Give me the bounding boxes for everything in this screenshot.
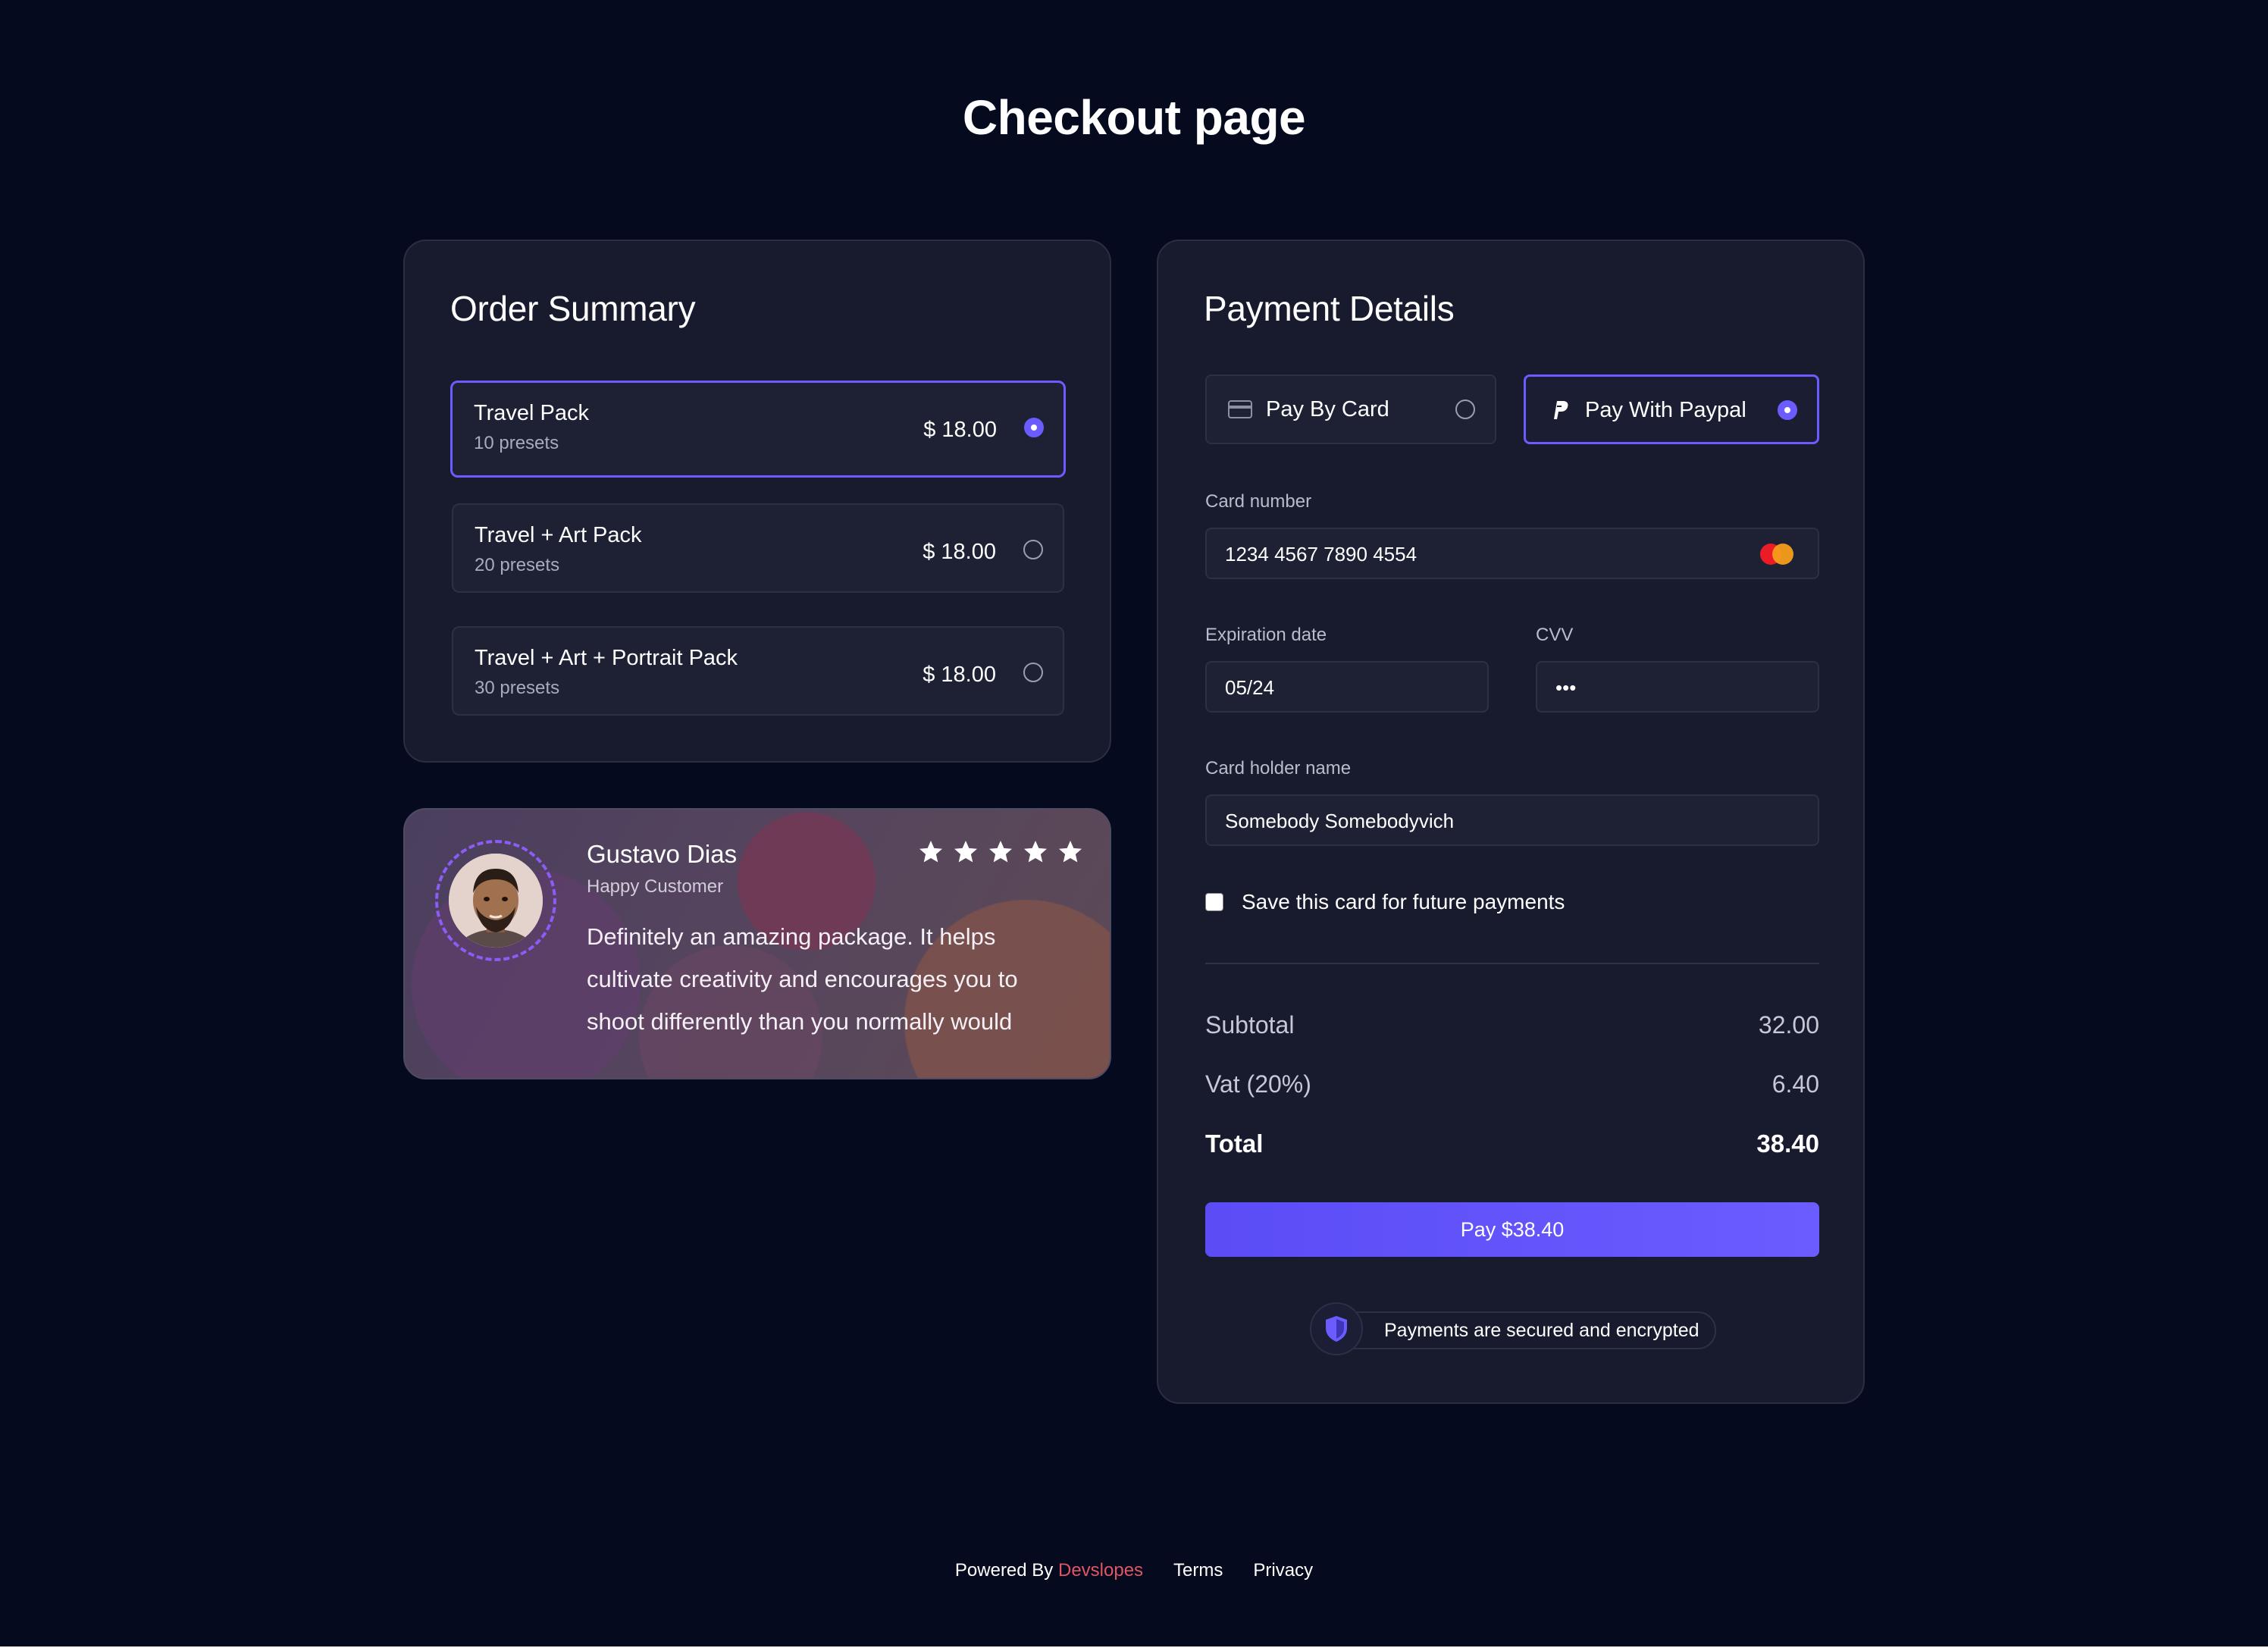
pay-button[interactable]: Pay $38.40 [1205,1202,1819,1257]
cvv-label: CVV [1536,625,1574,645]
card-holder-value: Somebody Somebodyvich [1225,810,1455,832]
star-icon [954,841,977,863]
page-title: Checkout page [962,90,1306,145]
avatar [449,854,543,948]
plan-radio[interactable] [1023,663,1043,682]
footer: Powered By Devslopes Terms Privacy [0,1560,2268,1581]
plan-option-travel-art-pack[interactable]: Travel + Art Pack 20 presets $ 18.00 [452,503,1064,593]
avatar-ring [435,840,556,961]
credit-card-icon [1228,400,1252,418]
total-row: Total 38.40 [1205,1129,1819,1158]
plan-name: Travel + Art + Portrait Pack [475,646,738,670]
card-number-value: 1234 4567 7890 4554 [1225,543,1418,566]
powered-by: Powered By Devslopes [955,1560,1143,1581]
testimonial-quote: Definitely an amazing package. It helps … [587,923,1018,1035]
privacy-link[interactable]: Privacy [1253,1560,1313,1581]
plan-price: $ 18.00 [923,663,996,687]
plan-presets: 30 presets [475,678,560,698]
brand-link[interactable]: Devslopes [1058,1560,1143,1581]
plan-name: Travel + Art Pack [475,523,642,547]
expiration-field[interactable]: 05/24 [1205,661,1489,713]
star-icon [1059,841,1082,863]
secure-payment-badge: Payments are secured and encrypted [1310,1302,1716,1355]
pay-by-card-option[interactable]: Pay By Card [1205,374,1496,444]
save-card-checkbox[interactable] [1205,893,1223,911]
shield-badge [1310,1302,1363,1355]
testimonial-card: Gustavo Dias Happy Customer Definitely a… [403,808,1111,1079]
star-icon [1024,841,1047,863]
plan-option-travel-pack[interactable]: Travel Pack 10 presets $ 18.00 [450,381,1066,478]
vat-row: Vat (20%) 6.40 [1205,1070,1819,1098]
star-icon [989,841,1012,863]
method-radio[interactable] [1455,399,1475,419]
plan-price: $ 18.00 [923,540,996,564]
method-radio-selected[interactable] [1778,400,1797,420]
total-value: 38.40 [1756,1129,1819,1158]
pay-with-paypal-option[interactable]: Pay With Paypal [1524,374,1819,444]
plan-presets: 10 presets [474,433,559,453]
plan-radio-selected[interactable] [1024,418,1044,437]
total-label: Total [1205,1129,1264,1158]
plan-option-travel-art-portrait-pack[interactable]: Travel + Art + Portrait Pack 30 presets … [452,626,1064,716]
paypal-icon [1554,401,1568,419]
save-card-label: Save this card for future payments [1242,890,1565,913]
card-holder-label: Card holder name [1205,758,1352,779]
testimonial-author: Gustavo Dias [587,840,738,868]
plan-presets: 20 presets [475,555,560,575]
method-label: Pay With Paypal [1585,398,1746,422]
mastercard-icon [1760,544,1793,565]
expiration-label: Expiration date [1205,625,1327,645]
subtotal-value: 32.00 [1758,1011,1819,1039]
rating-stars [917,838,1084,866]
payment-details-card: Payment Details Pay By Card Pay With Pay… [1157,240,1865,1404]
shield-icon [1326,1316,1347,1342]
subtotal-label: Subtotal [1205,1011,1295,1039]
testimonial-role: Happy Customer [587,876,724,897]
plan-radio[interactable] [1023,540,1043,559]
vat-label: Vat (20%) [1205,1070,1311,1098]
summary-divider [1205,963,1819,964]
expiration-value: 05/24 [1225,676,1275,699]
order-summary-title: Order Summary [450,289,696,328]
order-summary-card: Order Summary Travel Pack 10 presets $ 1… [403,240,1111,763]
powered-by-label: Powered By [954,1560,1054,1581]
method-label: Pay By Card [1266,397,1389,421]
card-holder-field[interactable]: Somebody Somebodyvich [1205,794,1819,846]
terms-link[interactable]: Terms [1173,1560,1223,1581]
star-icon [919,841,942,863]
cvv-field[interactable]: ••• [1536,661,1819,713]
secure-payment-text: Payments are secured and encrypted [1384,1319,1699,1341]
plan-price: $ 18.00 [923,418,997,442]
subtotal-row: Subtotal 32.00 [1205,1011,1819,1039]
avatar-portrait [449,854,543,948]
cvv-value: ••• [1555,676,1577,699]
card-number-field[interactable]: 1234 4567 7890 4554 [1205,528,1819,579]
payment-details-title: Payment Details [1204,289,1455,328]
vat-value: 6.40 [1771,1070,1819,1098]
plan-name: Travel Pack [474,401,590,425]
card-number-label: Card number [1205,491,1312,512]
